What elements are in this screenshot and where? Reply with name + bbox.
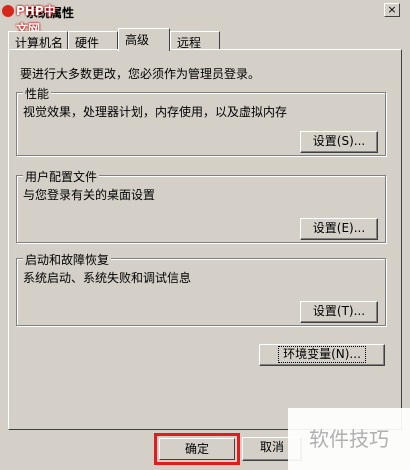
ok-label: 确定 — [159, 438, 235, 460]
performance-settings-label: 设置(S)... — [312, 134, 366, 148]
startup-recovery-desc: 系统启动、系统失败和调试信息 — [23, 271, 192, 285]
tab-advanced[interactable]: 高级 — [118, 28, 170, 51]
tab-hardware[interactable]: 硬件 — [68, 31, 118, 50]
user-profile-group: 用户配置文件 与您登录有关的桌面设置 设置(E)... — [16, 168, 386, 243]
startup-recovery-title: 启动和故障恢复 — [23, 251, 112, 268]
admin-notice: 要进行大多数更改，您必须作为管理员登录。 — [20, 67, 261, 81]
title-bar: 系统属性 PHP中文网 × — [0, 0, 410, 36]
performance-settings-button[interactable]: 设置(S)... — [300, 131, 378, 153]
ok-button[interactable]: 确定 — [154, 433, 240, 465]
startup-recovery-group: 启动和故障恢复 系统启动、系统失败和调试信息 设置(T)... — [16, 251, 386, 326]
close-button[interactable]: × — [384, 3, 400, 17]
user-profile-settings-label: 设置(E)... — [312, 221, 366, 235]
startup-recovery-settings-button[interactable]: 设置(T)... — [300, 301, 378, 323]
tab-computer-name[interactable]: 计算机名 — [8, 31, 68, 50]
environment-variables-button[interactable]: 环境变量(N)... — [259, 344, 385, 366]
startup-recovery-settings-label: 设置(T)... — [312, 304, 366, 318]
user-profile-settings-button[interactable]: 设置(E)... — [300, 218, 378, 240]
performance-group: 性能 视觉效果，处理器计划，内存使用，以及虚拟内存 设置(S)... — [16, 85, 386, 156]
user-profile-desc: 与您登录有关的桌面设置 — [23, 188, 156, 202]
performance-title: 性能 — [23, 85, 52, 102]
user-profile-title: 用户配置文件 — [23, 168, 100, 185]
watermark: 软件技巧 — [288, 408, 410, 470]
cancel-label: 取消 — [259, 440, 284, 454]
performance-desc: 视觉效果，处理器计划，内存使用，以及虚拟内存 — [23, 105, 288, 119]
environment-variables-label: 环境变量(N)... — [278, 346, 366, 363]
close-icon: × — [387, 3, 397, 16]
site-logo: PHP中文网 — [2, 2, 64, 36]
tab-remote[interactable]: 远程 — [170, 31, 220, 50]
